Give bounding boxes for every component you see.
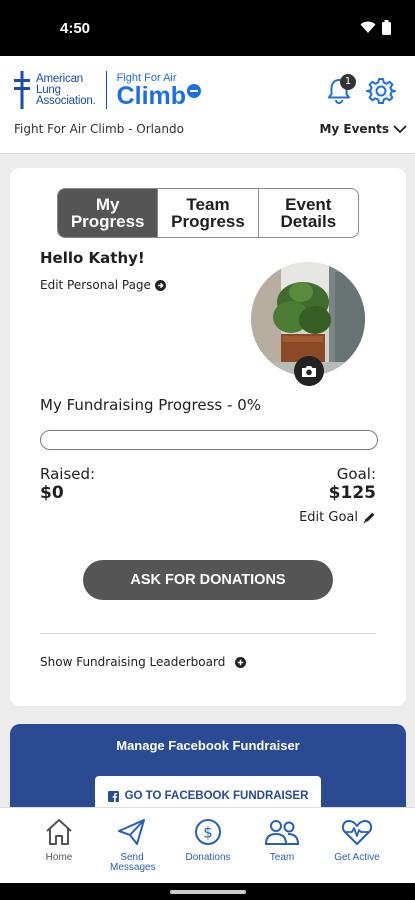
bottom-navigation: Home Send Messages $ Donations Team Get … xyxy=(0,807,415,883)
climb-logo: Fight For Air Climb xyxy=(116,72,202,110)
nav-team-label: Team xyxy=(269,852,295,863)
wifi-icon xyxy=(360,21,376,33)
progress-tabs: My Progress Team Progress Event Details xyxy=(57,188,359,238)
fundraising-progress-title: My Fundraising Progress - 0% xyxy=(40,396,261,414)
lung-association-logo-text: American Lung Association. xyxy=(36,72,96,107)
nav-donations-label: Donations xyxy=(185,852,231,863)
paper-plane-icon xyxy=(118,819,145,845)
chevron-down-icon xyxy=(393,124,407,133)
nav-get-active[interactable]: Get Active xyxy=(319,818,395,863)
ask-for-donations-button[interactable]: ASK FOR DONATIONS xyxy=(83,560,333,600)
battery-icon xyxy=(382,20,391,35)
fundraising-progress-bar xyxy=(40,430,378,450)
facebook-icon xyxy=(107,790,119,802)
status-time: 4:50 xyxy=(60,20,91,37)
tab-my-progress[interactable]: My Progress xyxy=(58,189,158,237)
show-leaderboard-link[interactable]: Show Fundraising Leaderboard xyxy=(40,655,247,669)
tab-team-progress[interactable]: Team Progress xyxy=(157,189,257,237)
goal-label: Goal: xyxy=(336,465,376,483)
settings-gear-icon[interactable] xyxy=(366,76,396,106)
greeting: Hello Kathy! xyxy=(40,249,145,267)
lung-logo-line1: American xyxy=(36,72,83,85)
nav-get-active-label: Get Active xyxy=(334,852,380,863)
climb-logo-mark-icon xyxy=(187,84,202,98)
app-header: American Lung Association. Fight For Air… xyxy=(0,56,415,154)
tab-event-details[interactable]: Event Details xyxy=(257,189,358,237)
card-divider xyxy=(40,633,376,634)
edit-personal-page-link[interactable]: Edit Personal Page xyxy=(40,278,166,292)
home-indicator[interactable] xyxy=(170,890,246,894)
plus-circle-icon xyxy=(235,656,247,668)
climb-logo-word: Climb xyxy=(116,82,187,110)
edit-goal-link[interactable]: Edit Goal xyxy=(299,510,376,525)
team-icon xyxy=(264,820,300,845)
nav-home[interactable]: Home xyxy=(21,818,97,863)
goal-value: $125 xyxy=(328,483,376,503)
my-events-label: My Events xyxy=(319,122,389,136)
camera-icon xyxy=(302,365,316,377)
lung-logo-line2: Lung xyxy=(36,83,61,96)
change-photo-button[interactable] xyxy=(294,356,324,386)
raised-label: Raised: xyxy=(40,465,96,483)
nav-send-messages[interactable]: Send Messages xyxy=(94,818,170,873)
heart-pulse-icon xyxy=(341,820,373,845)
lung-logo-line3: Association. xyxy=(36,94,96,107)
event-name: Fight For Air Climb - Orlando xyxy=(14,122,184,136)
status-icons xyxy=(360,20,391,35)
nav-team[interactable]: Team xyxy=(244,818,320,863)
lung-association-cross-icon xyxy=(14,71,30,109)
home-icon xyxy=(46,819,72,845)
nav-home-label: Home xyxy=(45,852,73,863)
svg-text:$: $ xyxy=(203,824,213,842)
my-events-dropdown[interactable]: My Events xyxy=(319,122,407,136)
edit-personal-page-label: Edit Personal Page xyxy=(40,278,151,292)
status-bar: 4:50 xyxy=(0,0,415,56)
climb-logo-big: Climb xyxy=(116,82,202,110)
logo-divider xyxy=(105,71,107,109)
progress-card: My Progress Team Progress Event Details … xyxy=(10,168,406,706)
pencil-icon xyxy=(363,512,375,524)
go-to-facebook-fundraiser-label: GO TO FACEBOOK FUNDRAISER xyxy=(124,790,309,802)
app-logo: American Lung Association. Fight For Air… xyxy=(12,70,202,110)
notification-badge: 1 xyxy=(340,74,356,90)
dollar-circle-icon: $ xyxy=(195,819,221,845)
nav-send-messages-label: Send Messages xyxy=(110,852,156,873)
facebook-fundraiser-section: Manage Facebook Fundraiser GO TO FACEBOO… xyxy=(10,724,406,816)
facebook-fundraiser-title: Manage Facebook Fundraiser xyxy=(116,738,300,753)
arrow-circle-right-icon xyxy=(154,279,166,291)
raised-value: $0 xyxy=(40,483,64,503)
nav-donations[interactable]: $ Donations xyxy=(170,818,246,863)
show-leaderboard-label: Show Fundraising Leaderboard xyxy=(40,655,226,669)
edit-goal-label: Edit Goal xyxy=(299,510,358,525)
